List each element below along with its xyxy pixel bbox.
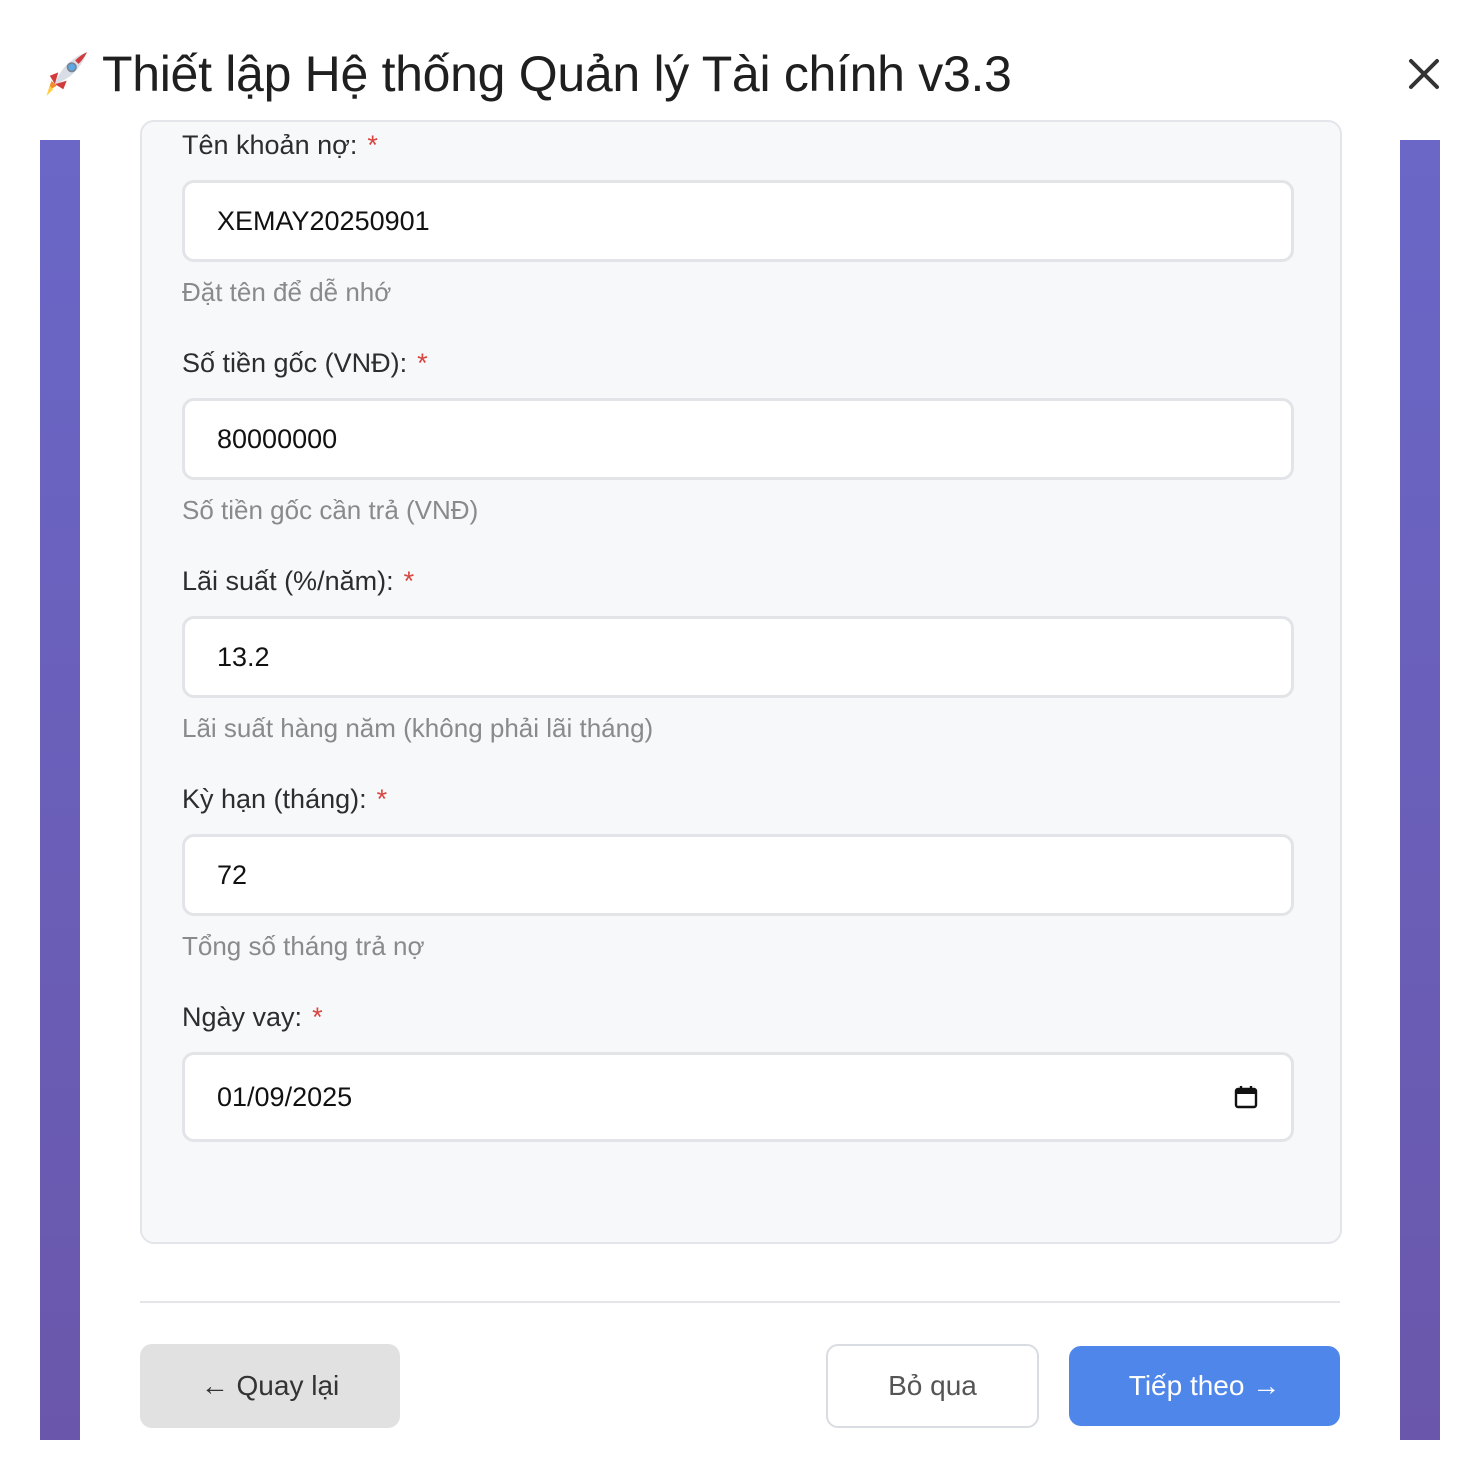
required-mark: * — [312, 1002, 323, 1032]
interest-rate-input[interactable]: 13.2 — [182, 616, 1294, 698]
required-mark: * — [403, 566, 415, 596]
dialog-header: Thiết lập Hệ thống Quản lý Tài chính v3.… — [0, 0, 1478, 140]
next-button[interactable]: Tiếp theo → — [1069, 1346, 1340, 1426]
debt-form-card: Tên khoản nợ: * XEMAY20250901 Đặt tên để … — [140, 120, 1342, 1244]
help-text: Lãi suất hàng năm (không phải lãi tháng) — [182, 713, 654, 743]
dialog-title: Thiết lập Hệ thống Quản lý Tài chính v3.… — [102, 46, 1012, 102]
field-principal: Số tiền gốc (VNĐ): * 80000000 Số tiền gốc… — [182, 346, 1298, 526]
field-loan-date: Ngày vay: * 01/09/2025 — [182, 1000, 1298, 1142]
field-interest-rate: Lãi suất (%/năm): * 13.2 Lãi suất hàng nă… — [182, 564, 1298, 744]
field-label: Ngày vay: * — [182, 1002, 323, 1032]
back-button[interactable]: ← Quay lại — [140, 1344, 400, 1428]
help-text: Đặt tên để dễ nhớ — [182, 277, 392, 307]
required-mark: * — [367, 130, 378, 160]
input-value: 80000000 — [217, 423, 338, 454]
close-icon[interactable] — [1400, 50, 1448, 98]
input-value: 72 — [217, 859, 248, 890]
required-mark: * — [376, 784, 388, 814]
required-mark: * — [417, 348, 428, 378]
input-value: 01/09/2025 — [217, 1081, 353, 1112]
field-label: Số tiền gốc (VNĐ): * — [182, 348, 428, 378]
title-wrap: Thiết lập Hệ thống Quản lý Tài chính v3.… — [38, 44, 1012, 104]
debt-name-input[interactable]: XEMAY20250901 — [182, 180, 1294, 262]
field-term: Kỳ hạn (tháng): * 72 Tổng số tháng trả nợ — [182, 782, 1298, 962]
input-value: XEMAY20250901 — [217, 205, 430, 236]
calendar-icon[interactable] — [1233, 1084, 1259, 1110]
loan-date-input[interactable]: 01/09/2025 — [182, 1052, 1294, 1142]
field-debt-name: Tên khoản nợ: * XEMAY20250901 Đặt tên để … — [182, 128, 1298, 308]
footer-divider — [140, 1301, 1340, 1303]
field-label: Tên khoản nợ: * — [182, 130, 378, 160]
input-value: 13.2 — [217, 641, 270, 672]
help-text: Số tiền gốc cần trả (VNĐ) — [182, 495, 479, 525]
field-label: Lãi suất (%/năm): * — [182, 566, 415, 596]
rocket-icon — [46, 52, 87, 96]
term-input[interactable]: 72 — [182, 834, 1294, 916]
dialog-content: Tên khoản nợ: * XEMAY20250901 Đặt tên để … — [80, 120, 1400, 1440]
skip-button[interactable]: Bỏ qua — [826, 1344, 1039, 1428]
setup-dialog: Thiết lập Hệ thống Quản lý Tài chính v3.… — [0, 0, 1478, 1476]
principal-input[interactable]: 80000000 — [182, 398, 1294, 480]
help-text: Tổng số tháng trả nợ — [182, 931, 425, 961]
field-label: Kỳ hạn (tháng): * — [182, 784, 388, 814]
